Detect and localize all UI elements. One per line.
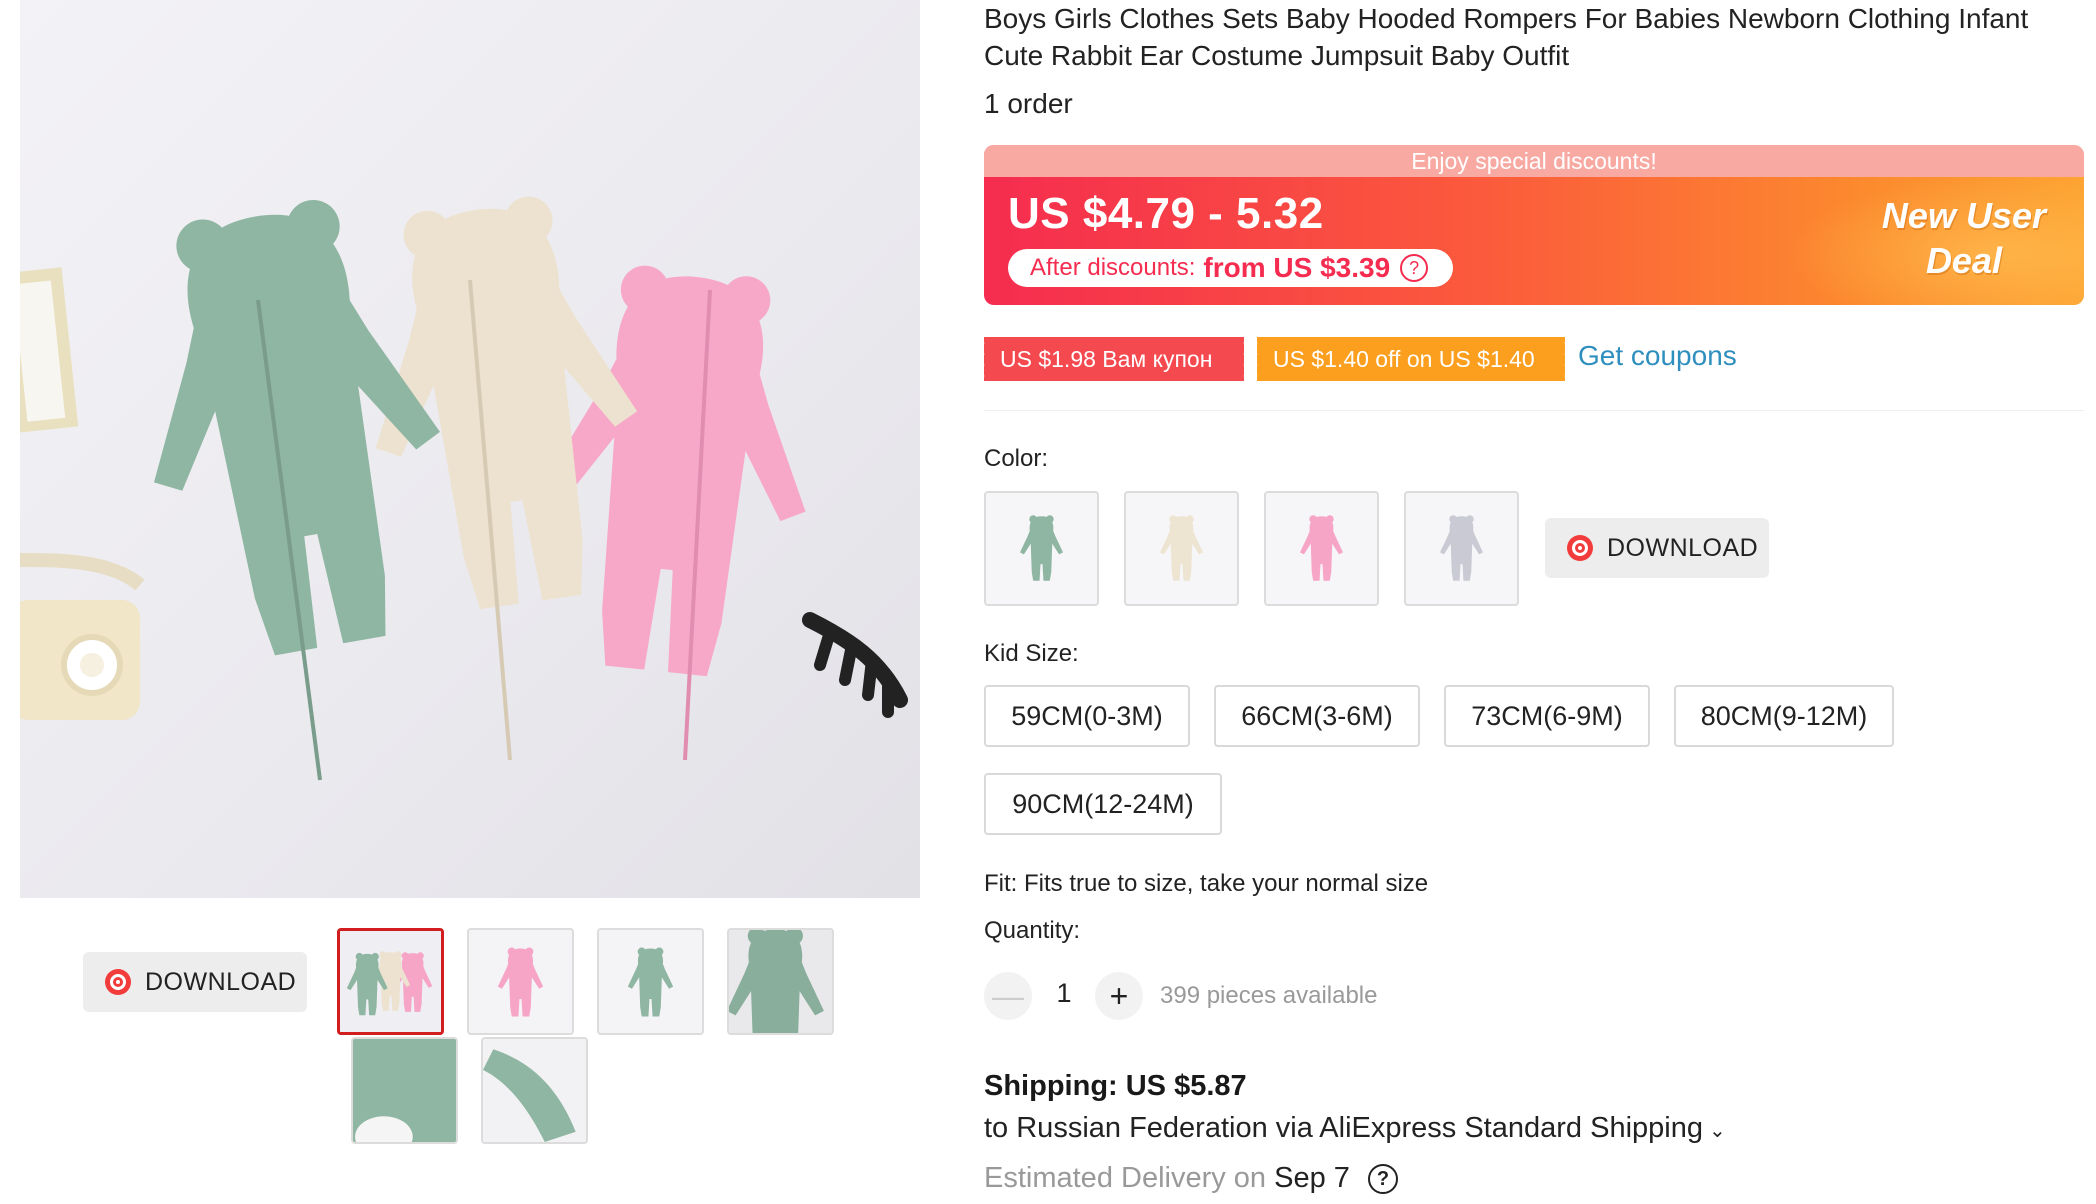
- get-coupons-link[interactable]: Get coupons: [1578, 340, 1737, 372]
- after-discount-pill: After discounts: from US $3.39 ?: [1008, 249, 1453, 287]
- quantity-value[interactable]: 1: [1050, 978, 1078, 1009]
- coupon-badge-store[interactable]: US $1.98 Вам купон: [981, 337, 1244, 381]
- shipping-cost: Shipping: US $5.87: [984, 1070, 1247, 1102]
- after-discount-label: After discounts:: [1030, 254, 1196, 281]
- deal-line-1: New User: [1881, 195, 2046, 236]
- download-label: DOWNLOAD: [145, 967, 297, 996]
- download-target-icon: [103, 967, 133, 997]
- download-button-color[interactable]: DOWNLOAD: [1545, 518, 1769, 578]
- thumbnail-green-cuff-closeup[interactable]: [481, 1037, 588, 1144]
- product-title: Boys Girls Clothes Sets Baby Hooded Romp…: [984, 3, 2029, 71]
- color-swatch-grey[interactable]: [1404, 491, 1519, 606]
- help-icon[interactable]: ?: [1400, 254, 1429, 282]
- size-label: Kid Size:: [984, 640, 1079, 667]
- chevron-down-icon: ⌄: [1708, 1120, 1726, 1142]
- order-count: 1 order: [984, 88, 1073, 119]
- delivery-date: Sep 7: [1274, 1162, 1350, 1194]
- price-banner: Enjoy special discounts! US $4.79 - 5.32…: [984, 145, 2084, 305]
- download-target-icon: [1565, 533, 1595, 563]
- deal-line-2: Deal: [1925, 240, 2002, 281]
- shipping-route: to Russian Federation via AliExpress Sta…: [984, 1112, 1703, 1144]
- after-discount-value: from US $3.39: [1203, 252, 1391, 283]
- fit-note: Fit: Fits true to size, take your normal…: [984, 870, 1429, 897]
- coupon-badge-discount[interactable]: US $1.40 off on US $1.40: [1254, 337, 1565, 381]
- thumbnail-three-rompers[interactable]: [337, 928, 444, 1035]
- thumbnail-pink-romper[interactable]: [467, 928, 574, 1035]
- thumbnail-green-hood-closeup[interactable]: [727, 928, 834, 1035]
- color-swatch-pink[interactable]: [1264, 491, 1379, 606]
- color-swatch-green[interactable]: [984, 491, 1099, 606]
- shipping-method-selector[interactable]: to Russian Federation via AliExpress Sta…: [984, 1112, 1726, 1145]
- size-option-59cm[interactable]: 59CM(0-3M): [984, 685, 1190, 747]
- help-icon[interactable]: ?: [1367, 1164, 1398, 1195]
- size-option-90cm[interactable]: 90CM(12-24M): [984, 773, 1222, 835]
- size-option-73cm[interactable]: 73CM(6-9M): [1444, 685, 1650, 747]
- banner-top-strip: Enjoy special discounts!: [984, 145, 2084, 177]
- thumbnail-green-fabric-closeup[interactable]: [351, 1037, 458, 1144]
- delivery-label: Estimated Delivery on: [984, 1162, 1267, 1194]
- price-range: US $4.79 - 5.32: [1008, 189, 1324, 238]
- size-option-66cm[interactable]: 66CM(3-6M): [1214, 685, 1420, 747]
- estimated-delivery: Estimated Delivery on Sep 7 ?: [984, 1162, 1398, 1195]
- color-label: Color:: [984, 445, 1049, 472]
- new-user-deal-badge: New User Deal: [1882, 193, 2046, 283]
- thumbnail-green-romper[interactable]: [597, 928, 704, 1035]
- divider: [984, 410, 2084, 411]
- quantity-label: Quantity:: [984, 917, 1081, 944]
- pieces-available: 399 pieces available: [1160, 982, 1378, 1009]
- download-label: DOWNLOAD: [1607, 533, 1759, 562]
- main-product-image[interactable]: [20, 0, 920, 898]
- download-button[interactable]: DOWNLOAD: [83, 952, 307, 1012]
- color-swatch-beige[interactable]: [1124, 491, 1239, 606]
- quantity-increase-button[interactable]: +: [1095, 972, 1143, 1020]
- size-option-80cm[interactable]: 80CM(9-12M): [1674, 685, 1894, 747]
- quantity-decrease-button[interactable]: —: [984, 972, 1032, 1020]
